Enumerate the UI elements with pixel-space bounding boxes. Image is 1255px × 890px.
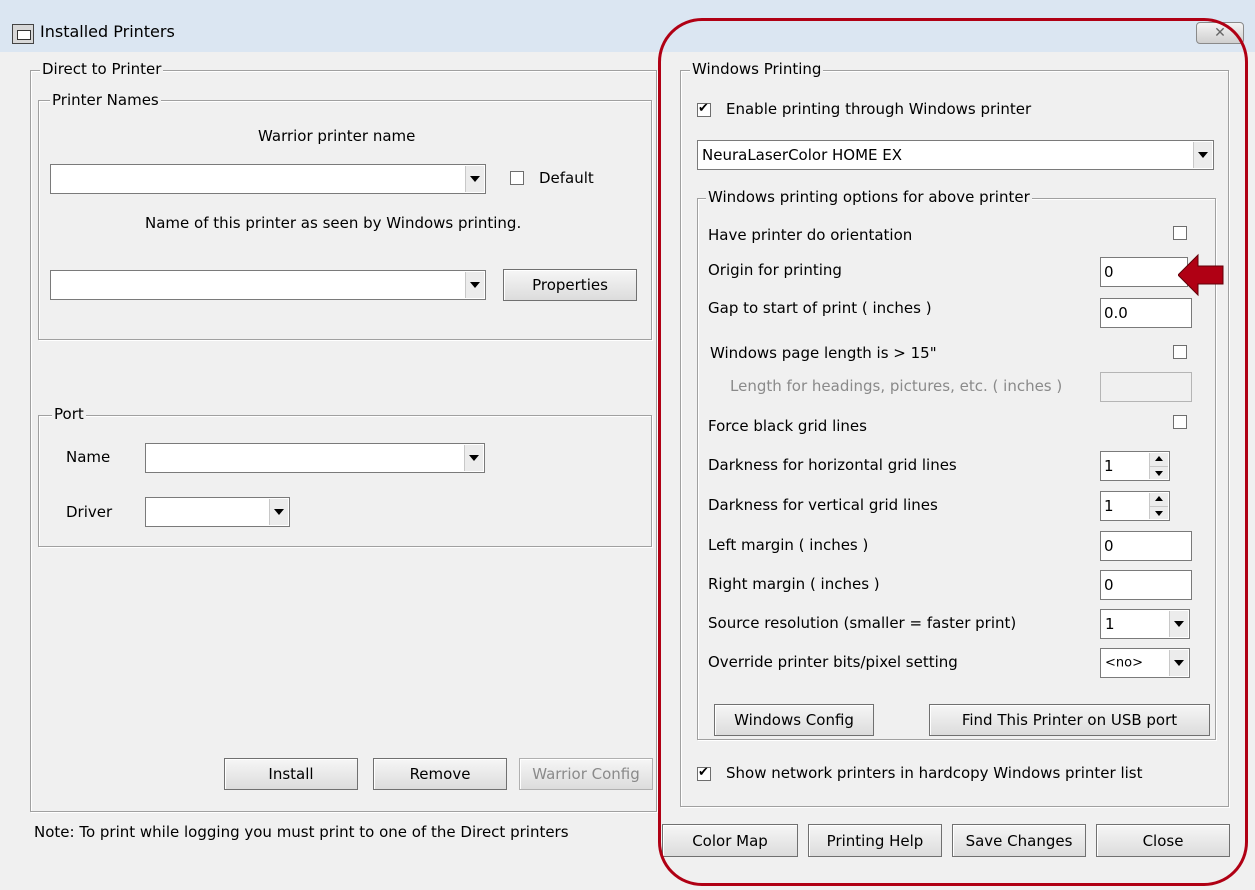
orientation-label: Have printer do orientation <box>708 226 913 244</box>
origin-value: 0 <box>1104 263 1114 281</box>
windows-options-legend: Windows printing options for above print… <box>706 188 1032 206</box>
black-grid-label: Force black grid lines <box>708 417 867 435</box>
gap-value: 0.0 <box>1104 304 1128 322</box>
color-map-button-label: Color Map <box>692 831 768 850</box>
port-name-combo[interactable] <box>145 443 485 473</box>
install-button-label: Install <box>268 765 314 783</box>
darkness-vertical-value: 1 <box>1104 497 1114 515</box>
close-button[interactable]: Close <box>1096 824 1230 857</box>
darkness-horizontal-label: Darkness for horizontal grid lines <box>708 456 957 474</box>
page-length-label: Windows page length is > 15" <box>710 344 937 362</box>
origin-label: Origin for printing <box>708 261 842 279</box>
save-changes-button[interactable]: Save Changes <box>952 824 1086 857</box>
printing-help-button-label: Printing Help <box>826 831 924 850</box>
driver-combo[interactable] <box>145 497 290 527</box>
warrior-config-button-label: Warrior Config <box>532 765 640 783</box>
printer-app-icon <box>12 24 34 44</box>
spinner-divider <box>1150 506 1168 507</box>
default-checkbox[interactable] <box>510 171 524 185</box>
spin-down-icon[interactable] <box>1155 471 1163 476</box>
default-label: Default <box>539 169 594 187</box>
chevron-down-icon[interactable] <box>464 445 483 471</box>
headings-length-input[interactable] <box>1100 372 1192 402</box>
spin-up-icon[interactable] <box>1155 456 1163 461</box>
left-arrow-icon <box>1178 253 1224 297</box>
windows-printer-value: NeuraLaserColor HOME EX <box>702 146 903 164</box>
chevron-down-icon[interactable] <box>1193 142 1212 168</box>
windows-printer-name-label: Name of this printer as seen by Windows … <box>145 214 522 232</box>
enable-windows-printing-label: Enable printing through Windows printer <box>726 100 1032 118</box>
gap-label: Gap to start of print ( inches ) <box>708 299 932 317</box>
save-changes-button-label: Save Changes <box>965 831 1073 850</box>
color-map-button[interactable]: Color Map <box>662 824 798 857</box>
windows-config-button-label: Windows Config <box>734 711 854 729</box>
source-resolution-combo[interactable]: 1 <box>1100 609 1190 639</box>
origin-input[interactable]: 0 <box>1100 257 1188 287</box>
darkness-horizontal-spinner[interactable]: 1 <box>1100 451 1170 481</box>
show-network-printers-label: Show network printers in hardcopy Window… <box>726 764 1143 782</box>
printing-help-button[interactable]: Printing Help <box>808 824 942 857</box>
windows-printer-combo[interactable]: NeuraLaserColor HOME EX <box>697 140 1214 170</box>
windows-config-button[interactable]: Windows Config <box>714 704 874 736</box>
close-window-button[interactable]: ✕ <box>1196 22 1244 44</box>
direct-to-printer-legend: Direct to Printer <box>40 60 164 78</box>
orientation-checkbox[interactable] <box>1173 226 1187 240</box>
port-name-label: Name <box>66 448 111 466</box>
warrior-printer-name-combo[interactable] <box>50 164 486 194</box>
right-margin-value: 0 <box>1104 576 1114 594</box>
remove-button[interactable]: Remove <box>373 758 507 790</box>
spinner-buttons[interactable] <box>1149 453 1168 479</box>
close-button-label: Close <box>1142 831 1184 850</box>
source-resolution-value: 1 <box>1105 615 1115 633</box>
spin-down-icon[interactable] <box>1155 511 1163 516</box>
driver-label: Driver <box>66 503 113 521</box>
darkness-vertical-spinner[interactable]: 1 <box>1100 491 1170 521</box>
windows-printer-name-combo[interactable] <box>50 270 486 300</box>
chevron-down-icon[interactable] <box>465 272 484 298</box>
properties-button[interactable]: Properties <box>503 269 637 301</box>
close-icon: ✕ <box>1214 25 1226 41</box>
windows-printing-legend: Windows Printing <box>690 60 824 78</box>
install-button[interactable]: Install <box>224 758 358 790</box>
window-title: Installed Printers <box>40 22 175 41</box>
override-bits-value: <no> <box>1105 655 1143 671</box>
chevron-down-icon[interactable] <box>1169 650 1188 676</box>
page-length-checkbox[interactable] <box>1173 345 1187 359</box>
properties-button-label: Properties <box>532 276 608 294</box>
spinner-buttons[interactable] <box>1149 493 1168 519</box>
gap-input[interactable]: 0.0 <box>1100 298 1192 328</box>
headings-length-label: Length for headings, pictures, etc. ( in… <box>730 377 1063 395</box>
override-bits-label: Override printer bits/pixel setting <box>708 653 958 671</box>
darkness-horizontal-value: 1 <box>1104 457 1114 475</box>
enable-windows-printing-checkbox[interactable] <box>697 101 711 117</box>
port-legend: Port <box>52 405 86 423</box>
installed-printers-dialog: Installed Printers ✕ Direct to Printer P… <box>0 0 1255 890</box>
chevron-down-icon[interactable] <box>1169 611 1188 637</box>
right-margin-label: Right margin ( inches ) <box>708 575 880 593</box>
port-group <box>38 415 652 547</box>
find-usb-button[interactable]: Find This Printer on USB port <box>929 704 1210 736</box>
left-margin-value: 0 <box>1104 537 1114 555</box>
remove-button-label: Remove <box>409 765 471 783</box>
find-usb-button-label: Find This Printer on USB port <box>961 711 1178 729</box>
darkness-vertical-label: Darkness for vertical grid lines <box>708 496 938 514</box>
chevron-down-icon[interactable] <box>269 499 288 525</box>
show-network-printers-checkbox[interactable] <box>697 765 711 781</box>
printer-names-legend: Printer Names <box>50 91 161 109</box>
note-text: Note: To print while logging you must pr… <box>34 823 569 841</box>
right-margin-input[interactable]: 0 <box>1100 570 1192 600</box>
black-grid-checkbox[interactable] <box>1173 415 1187 429</box>
left-margin-input[interactable]: 0 <box>1100 531 1192 561</box>
override-bits-combo[interactable]: <no> <box>1100 648 1190 678</box>
spinner-divider <box>1150 466 1168 467</box>
title-bar: Installed Printers ✕ <box>0 0 1255 52</box>
left-margin-label: Left margin ( inches ) <box>708 536 869 554</box>
warrior-config-button[interactable]: Warrior Config <box>519 758 653 790</box>
source-resolution-label: Source resolution (smaller = faster prin… <box>708 614 1017 632</box>
chevron-down-icon[interactable] <box>465 166 484 192</box>
warrior-printer-name-label: Warrior printer name <box>258 127 416 145</box>
spin-up-icon[interactable] <box>1155 496 1163 501</box>
